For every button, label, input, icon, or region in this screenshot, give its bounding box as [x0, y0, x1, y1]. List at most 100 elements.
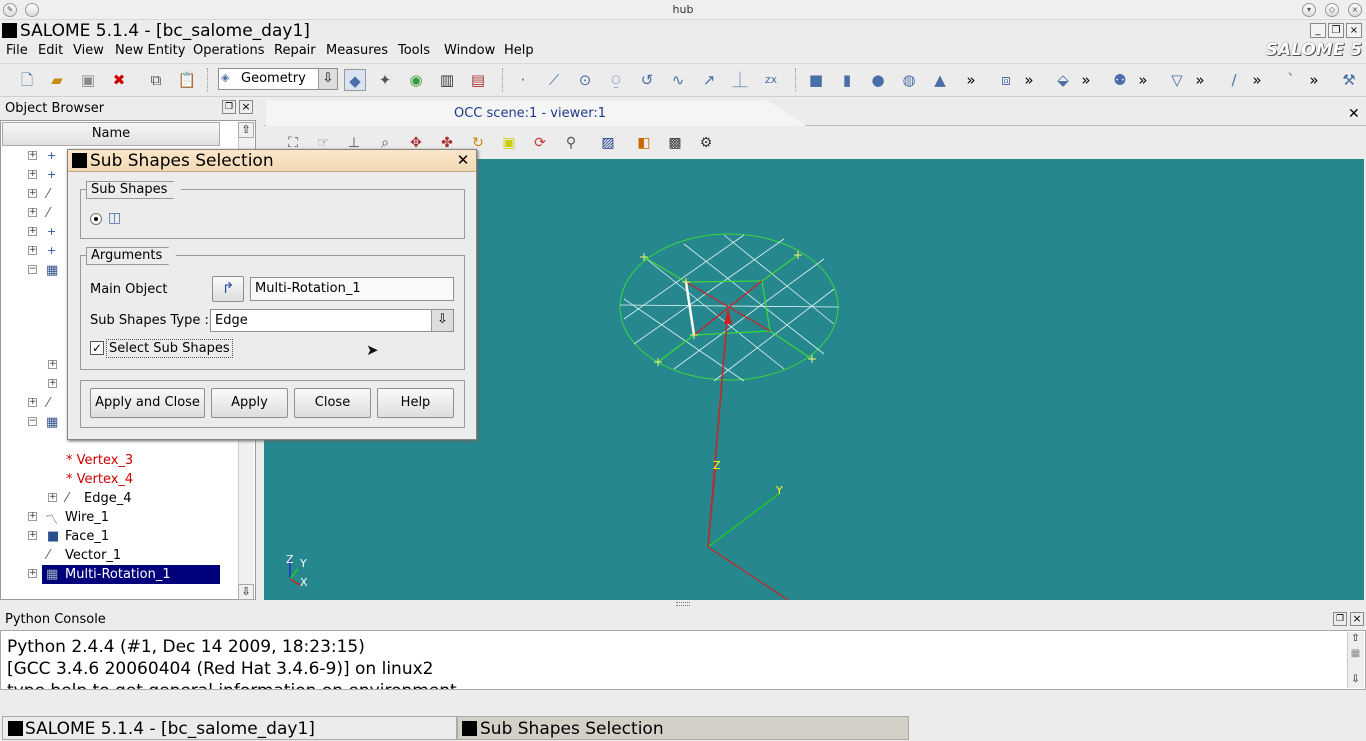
- help-button[interactable]: Help: [377, 388, 454, 418]
- task-salome[interactable]: SALOME 5.1.4 - [bc_salome_day1]: [2, 716, 457, 740]
- apply-and-close-button[interactable]: Apply and Close: [90, 388, 205, 418]
- ob-scroll-up-icon[interactable]: ⇧: [238, 122, 254, 138]
- main-object-field[interactable]: Multi-Rotation_1: [250, 277, 454, 301]
- select-main-object-button[interactable]: ↱: [212, 276, 244, 302]
- transformation-icon[interactable]: ⚉: [1109, 69, 1131, 91]
- more-transformation-icon[interactable]: »: [1132, 69, 1154, 91]
- more-primitives-icon[interactable]: »: [960, 69, 982, 91]
- torus-icon[interactable]: ◍: [898, 69, 920, 91]
- more-generation-icon[interactable]: »: [1075, 69, 1097, 91]
- local-cs-icon[interactable]: zx: [760, 69, 782, 91]
- tree-expand-icon[interactable]: +: [28, 569, 37, 578]
- subshape-type-select[interactable]: Edge: [210, 309, 454, 332]
- module-dropdown-arrow-icon[interactable]: ⇩: [318, 69, 337, 89]
- save-icon[interactable]: ▣: [77, 69, 99, 91]
- repair-icon[interactable]: ⚒: [1338, 69, 1360, 91]
- more-measure-icon[interactable]: »: [1303, 69, 1325, 91]
- py-float-icon[interactable]: ❐: [1333, 612, 1347, 626]
- close-document-icon[interactable]: ✖: [108, 69, 130, 91]
- point-icon[interactable]: ·: [512, 69, 534, 91]
- menu-operations[interactable]: Operations: [193, 43, 264, 58]
- menu-view[interactable]: View: [73, 43, 104, 58]
- vector-icon[interactable]: ↗: [698, 69, 720, 91]
- geometry-activate-icon[interactable]: ◆: [344, 69, 366, 91]
- ambient-light-icon[interactable]: ⚙: [696, 133, 716, 153]
- clipping-icon[interactable]: ◧: [634, 133, 654, 153]
- tree-expand-icon[interactable]: +: [28, 227, 37, 236]
- tree-item-face1[interactable]: Face_1: [65, 529, 109, 544]
- more-boolean-icon[interactable]: »: [1018, 69, 1040, 91]
- ob-close-icon[interactable]: ×: [239, 100, 253, 114]
- more-sketch-icon[interactable]: »: [1189, 69, 1211, 91]
- console-scroll-up-icon[interactable]: ⇧: [1348, 633, 1363, 647]
- tree-expand-icon[interactable]: +: [28, 170, 37, 179]
- cylinder-icon[interactable]: ▮: [836, 69, 858, 91]
- wm-maximize-icon[interactable]: ◇: [1325, 3, 1339, 17]
- ob-name-column-header[interactable]: Name: [2, 122, 220, 146]
- copy-icon[interactable]: ⧉: [145, 69, 167, 91]
- plane-icon[interactable]: ⏊: [729, 69, 751, 91]
- tree-expand-icon[interactable]: +: [28, 189, 37, 198]
- menu-edit[interactable]: Edit: [38, 43, 63, 58]
- wm-close-icon[interactable]: ×: [1348, 3, 1362, 17]
- tree-item-vector1[interactable]: Vector_1: [65, 548, 121, 563]
- tree-expand-icon[interactable]: +: [48, 360, 57, 369]
- more-build-icon[interactable]: »: [1246, 69, 1268, 91]
- build-icon[interactable]: ∕: [1223, 69, 1245, 91]
- app-close-icon[interactable]: ×: [1346, 23, 1362, 38]
- task-subshapes[interactable]: Sub Shapes Selection: [457, 716, 909, 740]
- tree-expand-icon[interactable]: +: [28, 208, 37, 217]
- cone-icon[interactable]: ▲: [929, 69, 951, 91]
- viewer-close-icon[interactable]: ✕: [1348, 106, 1360, 122]
- tree-item-vertex4[interactable]: * Vertex_4: [66, 472, 133, 487]
- ob-scroll-down-icon[interactable]: ⇩: [238, 584, 254, 600]
- python-console-output[interactable]: Python 2.4.4 (#1, Dec 14 2009, 18:23:15)…: [0, 630, 1366, 690]
- mesh-module-icon[interactable]: ✦: [374, 69, 396, 91]
- paste-icon[interactable]: 📋: [176, 69, 198, 91]
- subshape-type-dropdown-icon[interactable]: ⇩: [431, 310, 453, 331]
- menu-repair[interactable]: Repair: [274, 43, 316, 58]
- tree-expand-icon[interactable]: +: [28, 512, 37, 521]
- sketch-icon[interactable]: ▽: [1166, 69, 1188, 91]
- wm-minimize-icon[interactable]: ▾: [1302, 3, 1316, 17]
- rotate-point-icon[interactable]: ⟳: [530, 133, 550, 153]
- generation-icon[interactable]: ⬙: [1052, 69, 1074, 91]
- curve-icon[interactable]: ∿: [667, 69, 689, 91]
- menu-measures[interactable]: Measures: [326, 43, 388, 58]
- menu-new-entity[interactable]: New Entity: [115, 43, 185, 58]
- arc-icon[interactable]: ↺: [636, 69, 658, 91]
- select-subshapes-label[interactable]: Select Sub Shapes: [106, 339, 233, 358]
- boolean-icon[interactable]: ⧈: [995, 69, 1017, 91]
- menu-window[interactable]: Window: [444, 43, 495, 58]
- new-document-icon[interactable]: 🗋: [16, 69, 38, 91]
- menu-help[interactable]: Help: [504, 43, 534, 58]
- py-close-icon[interactable]: ×: [1350, 612, 1364, 626]
- tree-collapse-icon[interactable]: −: [28, 417, 37, 426]
- clone-view-icon[interactable]: ▨: [598, 133, 618, 153]
- tree-expand-icon[interactable]: +: [48, 493, 57, 502]
- tree-expand-icon[interactable]: +: [28, 398, 37, 407]
- tree-expand-icon[interactable]: +: [28, 246, 37, 255]
- tools-module-icon[interactable]: ▤: [467, 69, 489, 91]
- tree-expand-icon[interactable]: +: [48, 379, 57, 388]
- close-button[interactable]: Close: [294, 388, 371, 418]
- menu-tools[interactable]: Tools: [398, 43, 430, 58]
- tree-item-multirotation1[interactable]: Multi-Rotation_1: [65, 567, 171, 582]
- line-icon[interactable]: ⟋: [543, 69, 565, 91]
- circle-icon[interactable]: ⊙: [574, 69, 596, 91]
- graduated-axes-icon[interactable]: ▩: [665, 133, 685, 153]
- console-scroll-grip-icon[interactable]: ▦: [1348, 648, 1363, 662]
- select-subshapes-checkbox[interactable]: ✓: [90, 341, 104, 355]
- tree-expand-icon[interactable]: +: [28, 531, 37, 540]
- ellipse-icon[interactable]: ⍜: [605, 69, 627, 91]
- app-minimize-icon[interactable]: _: [1310, 23, 1326, 38]
- open-folder-icon[interactable]: ▰: [46, 69, 68, 91]
- dialog-close-icon[interactable]: ✕: [456, 153, 470, 168]
- tree-collapse-icon[interactable]: −: [28, 265, 37, 274]
- sphere-icon[interactable]: ●: [867, 69, 889, 91]
- tree-item-edge4[interactable]: Edge_4: [84, 491, 132, 506]
- measure-icon[interactable]: ˋ: [1280, 69, 1302, 91]
- reset-icon[interactable]: ⚲: [561, 133, 581, 153]
- subshapes-radio[interactable]: [90, 213, 102, 225]
- yacs-module-icon[interactable]: ▥: [436, 69, 458, 91]
